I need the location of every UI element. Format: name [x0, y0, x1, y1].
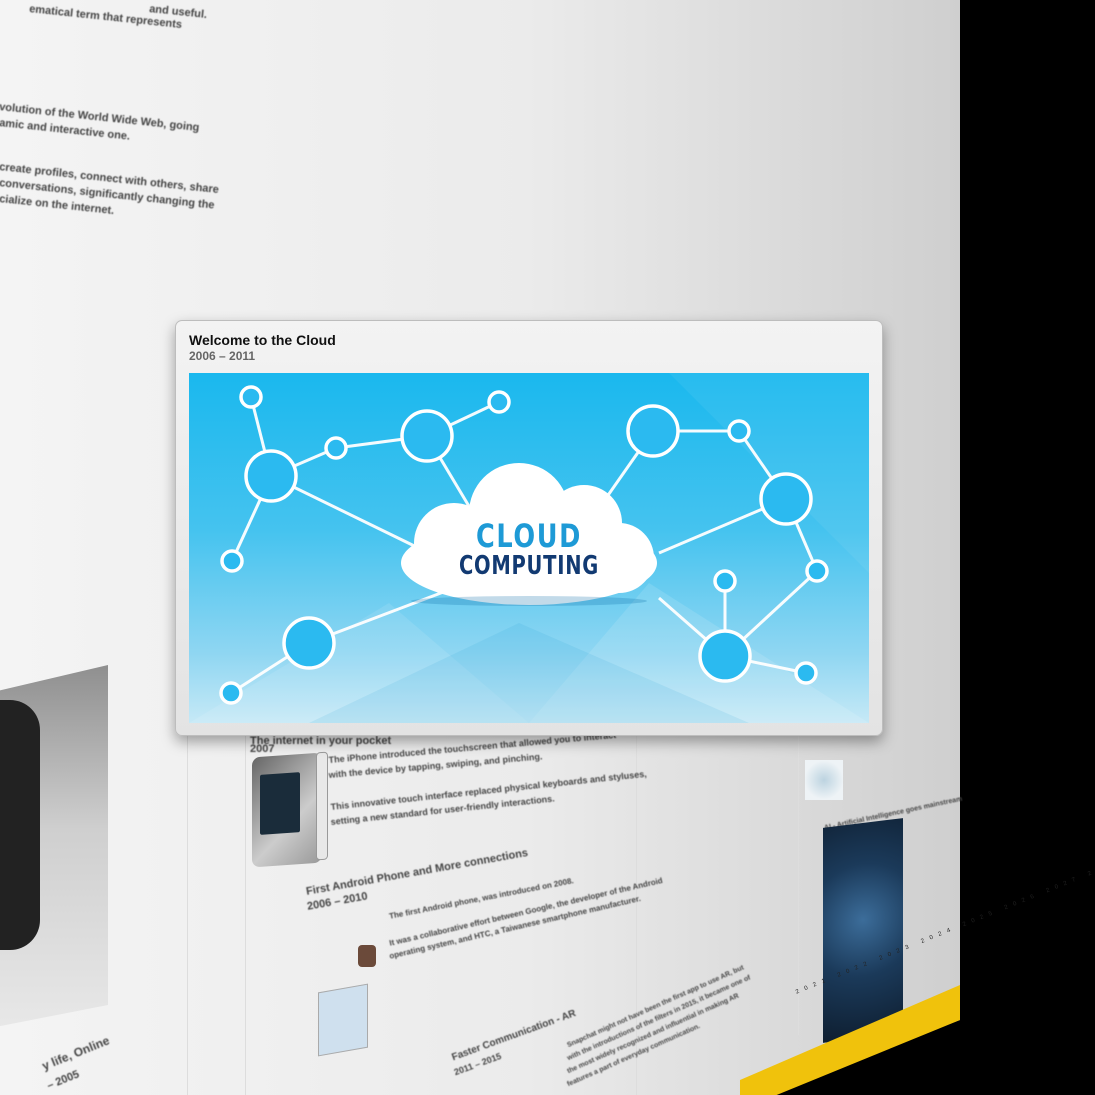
iphone-image	[252, 752, 322, 868]
ai-image	[823, 818, 903, 1043]
column-divider	[187, 735, 188, 1095]
timeline-card-popup[interactable]: Welcome to the Cloud 2006 – 2011 CLOUD C…	[175, 320, 883, 736]
column-divider	[245, 735, 246, 1095]
computing-label: COMPUTING	[458, 551, 600, 581]
card-date-range: 2006 – 2011	[189, 349, 256, 363]
cloud-computing-image: CLOUD COMPUTING	[189, 373, 869, 723]
gadget-device	[0, 700, 40, 950]
iphone-year: 2007	[250, 743, 275, 755]
android-phone-image	[318, 983, 368, 1057]
instagram-icon	[358, 945, 376, 967]
iphone-side-image	[316, 751, 328, 861]
cloud-label: CLOUD	[476, 517, 582, 555]
web-diagram-image	[805, 760, 843, 800]
card-title: Welcome to the Cloud	[189, 332, 336, 348]
